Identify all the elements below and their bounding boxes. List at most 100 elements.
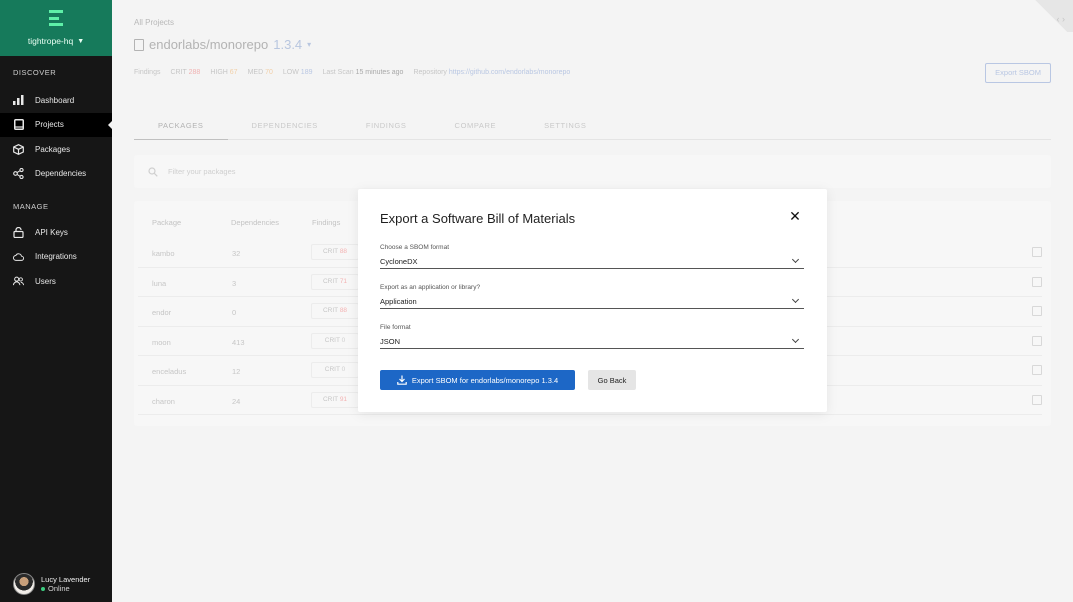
- export-type-select[interactable]: Export as an application or library? App…: [380, 284, 804, 309]
- project-name: endorlabs/monorepo: [149, 37, 269, 52]
- sidebar-item-projects[interactable]: Projects: [0, 112, 112, 137]
- lock-icon: [13, 226, 24, 238]
- package-name[interactable]: luna: [152, 279, 166, 288]
- panel-icon[interactable]: [1032, 306, 1042, 316]
- filter-input[interactable]: Filter your packages: [134, 155, 1051, 188]
- bar-chart-icon: [13, 95, 24, 106]
- close-icon[interactable]: ✕: [788, 209, 802, 223]
- package-name[interactable]: enceladus: [152, 367, 186, 376]
- corner-fold: [1029, 0, 1073, 32]
- sidebar-item-label: Integrations: [35, 252, 77, 262]
- sbom-format-select[interactable]: Choose a SBOM format CycloneDX: [380, 244, 804, 269]
- book-icon: [13, 119, 24, 131]
- field-label: Choose a SBOM format: [380, 244, 449, 251]
- package-name[interactable]: charon: [152, 397, 175, 406]
- dialog-title: Export a Software Bill of Materials: [380, 211, 576, 226]
- select-value[interactable]: CycloneDX: [380, 254, 804, 269]
- export-sbom-button[interactable]: Export SBOM: [985, 63, 1051, 83]
- sidebar-item-api-keys[interactable]: API Keys: [0, 220, 112, 245]
- low-count: LOW 189: [282, 69, 313, 76]
- sidebar-item-label: Users: [35, 276, 56, 286]
- org-name: tightrope-hq: [27, 36, 74, 46]
- sidebar-item-label: Packages: [35, 144, 71, 154]
- sidebar-item-users[interactable]: Users: [0, 269, 112, 294]
- dependency-count: 3: [232, 278, 237, 288]
- chevron-down-icon[interactable]: ▾: [307, 40, 311, 49]
- sidebar-header: tightrope-hq ▼: [0, 0, 112, 56]
- user-profile[interactable]: Lucy Lavender Online: [13, 573, 90, 595]
- project-version[interactable]: 1.3.4: [273, 37, 302, 52]
- field-label: File format: [380, 324, 411, 331]
- crit-badge: CRIT 0: [311, 362, 359, 378]
- dependency-count: 413: [232, 337, 245, 347]
- caret-down-icon: ▼: [77, 37, 85, 45]
- dependency-count: 0: [232, 308, 237, 317]
- repository-link[interactable]: https://github.com/endorlabs/monorepo: [449, 69, 570, 76]
- file-format-select[interactable]: File format JSON: [380, 324, 804, 349]
- endor-logo-icon[interactable]: [49, 10, 63, 26]
- user-status: Online: [41, 584, 90, 593]
- tab-settings[interactable]: SETTINGS: [520, 114, 610, 140]
- column-header-dependencies[interactable]: Dependencies: [231, 218, 279, 227]
- sidebar-item-label: Dependencies: [35, 169, 87, 179]
- last-scan: Last Scan 15 minutes ago: [322, 69, 404, 76]
- tab-dependencies[interactable]: DEPENDENCIES: [228, 114, 342, 140]
- med-count: MED 70: [247, 69, 273, 76]
- code-brackets-icon[interactable]: ‹ ›: [1057, 14, 1066, 24]
- column-header-findings[interactable]: Findings: [312, 218, 340, 227]
- project-meta: Findings CRIT 288 HIGH 67 MED 70 LOW 189…: [134, 69, 570, 76]
- sidebar-item-label: Dashboard: [35, 95, 75, 105]
- sidebar-item-packages[interactable]: Packages: [0, 137, 112, 162]
- go-back-button[interactable]: Go Back: [588, 370, 636, 390]
- tab-bar: PACKAGES DEPENDENCIES FINDINGS COMPARE S…: [134, 114, 1051, 140]
- sidebar-item-integrations[interactable]: Integrations: [0, 245, 112, 270]
- package-name[interactable]: kambo: [152, 249, 175, 258]
- page-title: endorlabs/monorepo 1.3.4 ▾: [134, 37, 311, 52]
- panel-icon[interactable]: [1032, 247, 1042, 257]
- org-switcher[interactable]: tightrope-hq ▼: [28, 36, 84, 46]
- column-header-package[interactable]: Package: [152, 218, 181, 227]
- sidebar-item-dashboard[interactable]: Dashboard: [0, 88, 112, 113]
- search-icon: [148, 166, 158, 177]
- tab-findings[interactable]: FINDINGS: [342, 114, 431, 140]
- download-icon: [397, 375, 407, 385]
- panel-icon[interactable]: [1032, 365, 1042, 375]
- crit-badge: CRIT 88: [311, 244, 359, 260]
- crit-count: CRIT 288: [170, 69, 201, 76]
- cloud-icon: [13, 251, 24, 262]
- select-value[interactable]: Application: [380, 294, 804, 309]
- repository: Repository https://github.com/endorlabs/…: [413, 69, 571, 76]
- chevron-down-icon: [791, 255, 800, 264]
- panel-icon[interactable]: [1032, 394, 1042, 405]
- panel-icon[interactable]: [1032, 276, 1042, 287]
- book-icon: [134, 38, 144, 51]
- high-count: HIGH 67: [210, 69, 238, 76]
- export-sbom-confirm-button[interactable]: Export SBOM for endorlabs/monorepo 1.3.4: [380, 370, 575, 390]
- tab-packages[interactable]: PACKAGES: [134, 114, 228, 140]
- user-status-label: Online: [48, 584, 70, 593]
- dependency-count: 12: [232, 367, 241, 376]
- section-discover: DISCOVER: [13, 68, 57, 77]
- crit-badge: CRIT 0: [311, 332, 359, 349]
- crit-badge: CRIT 71: [311, 273, 359, 290]
- breadcrumb[interactable]: All Projects: [134, 18, 174, 27]
- field-label: Export as an application or library?: [380, 284, 481, 291]
- select-value[interactable]: JSON: [380, 334, 804, 349]
- panel-icon[interactable]: [1032, 335, 1042, 346]
- sidebar-item-label: API Keys: [35, 227, 68, 237]
- export-sbom-confirm-label: Export SBOM for endorlabs/monorepo 1.3.4: [411, 375, 559, 385]
- share-nodes-icon: [13, 168, 24, 180]
- package-name[interactable]: moon: [152, 338, 171, 347]
- box-icon: [13, 143, 24, 155]
- dependency-count: 24: [232, 396, 241, 406]
- package-name[interactable]: endor: [152, 308, 171, 317]
- crit-badge: CRIT 88: [311, 303, 359, 319]
- online-dot-icon: [41, 586, 45, 591]
- avatar: [13, 573, 35, 595]
- tab-compare[interactable]: COMPARE: [431, 114, 521, 140]
- sidebar-item-dependencies[interactable]: Dependencies: [0, 162, 112, 187]
- chevron-down-icon: [791, 335, 800, 344]
- sidebar: tightrope-hq ▼ DISCOVER Dashboard Projec…: [0, 0, 112, 602]
- sidebar-item-label: Projects: [35, 120, 64, 130]
- dependency-count: 32: [232, 249, 241, 258]
